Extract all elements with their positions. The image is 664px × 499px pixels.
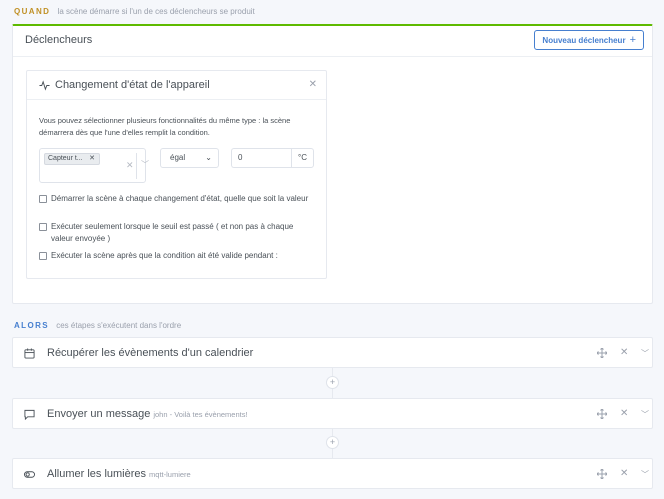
unit-addon: °C	[291, 148, 314, 168]
triggers-title: Déclencheurs	[25, 34, 93, 46]
plus-icon: +	[629, 33, 636, 46]
trigger-device-state-box: Changement d'état de l'appareil ✕ Vous p…	[26, 70, 327, 279]
alors-header: ALORS ces étapes s'exécutent dans l'ordr…	[14, 321, 181, 330]
operator-select[interactable]: égal ⌄	[160, 148, 219, 168]
step-send-message-subtitle: john - Voilà tes évènements!	[153, 410, 248, 419]
move-icon[interactable]	[597, 409, 607, 419]
move-icon[interactable]	[597, 348, 607, 358]
checkbox-threshold-only[interactable]	[39, 223, 47, 231]
option-every-change[interactable]: Démarrer la scène à chaque changement d'…	[39, 193, 314, 205]
clear-icon[interactable]: ✕	[126, 160, 134, 171]
close-icon[interactable]: ✕	[620, 468, 628, 479]
close-icon[interactable]: ✕	[309, 79, 317, 90]
checkbox-valid-duration[interactable]	[39, 252, 47, 260]
chevron-down-icon[interactable]: ﹀	[641, 469, 649, 480]
step-calendar[interactable]: Récupérer les évènements d'un calendrier…	[12, 337, 653, 368]
trigger-description: Vous pouvez sélectionner plusieurs fonct…	[39, 116, 291, 137]
option-threshold-only[interactable]: Exécuter seulement lorsque le seuil est …	[39, 221, 314, 245]
selected-feature-tag[interactable]: Capteur t... ✕	[44, 153, 100, 165]
operator-value: égal	[170, 153, 186, 162]
alors-keyword: ALORS	[14, 321, 49, 330]
activity-icon	[39, 80, 50, 91]
step-send-message[interactable]: Envoyer un message john - Voilà tes évène…	[12, 398, 653, 429]
step-calendar-title: Récupérer les évènements d'un calendrier	[47, 347, 253, 359]
option-valid-duration[interactable]: Exécuter la scène après que la condition…	[39, 250, 314, 262]
step-turn-on-lights[interactable]: Allumer les lumières mqtt-lumiere ✕ ﹀	[12, 458, 653, 489]
checkbox-every-change[interactable]	[39, 195, 47, 203]
step-calendar-label: Récupérer les évènements d'un calendrier	[47, 347, 254, 359]
quand-keyword: QUAND	[14, 7, 51, 16]
message-icon	[24, 409, 35, 420]
alors-description: ces étapes s'exécutent dans l'ordre	[56, 321, 182, 330]
trigger-title: Changement d'état de l'appareil	[55, 79, 210, 91]
trigger-box-header: Changement d'état de l'appareil ✕	[27, 71, 326, 100]
add-step-button[interactable]: +	[326, 376, 339, 389]
triggers-card: Déclencheurs Nouveau déclencheur + Chang…	[12, 24, 653, 304]
threshold-value: 0	[238, 153, 243, 162]
option-every-change-label: Démarrer la scène à chaque changement d'…	[51, 194, 309, 203]
close-icon[interactable]: ✕	[620, 408, 628, 419]
unit-label: °C	[298, 153, 307, 162]
move-icon[interactable]	[597, 469, 607, 479]
step-turn-on-lights-label: Allumer les lumières	[47, 468, 147, 480]
close-icon[interactable]: ✕	[620, 347, 628, 358]
chevron-down-icon[interactable]: ﹀	[141, 159, 149, 170]
multiselect-separator	[136, 153, 137, 179]
chevron-down-icon: ⌄	[205, 153, 212, 162]
remove-tag-icon[interactable]: ✕	[89, 154, 95, 164]
feature-multiselect[interactable]: Capteur t... ✕ ✕ ﹀	[39, 148, 149, 183]
new-trigger-button[interactable]: Nouveau déclencheur +	[534, 30, 644, 50]
quand-description: la scène démarre si l'un de ces déclench…	[57, 7, 255, 16]
toggle-icon	[24, 471, 35, 478]
step-turn-on-lights-title: Allumer les lumières mqtt-lumiere	[47, 468, 191, 480]
threshold-input[interactable]: 0	[231, 148, 291, 168]
new-trigger-label: Nouveau déclencheur	[542, 35, 626, 45]
step-send-message-label: Envoyer un message	[47, 408, 151, 420]
triggers-card-header: Déclencheurs Nouveau déclencheur +	[13, 26, 652, 57]
quand-header: QUAND la scène démarre si l'un de ces dé…	[14, 7, 255, 16]
option-valid-duration-label: Exécuter la scène après que la condition…	[51, 251, 278, 260]
chevron-down-icon[interactable]: ﹀	[641, 348, 649, 359]
step-turn-on-lights-subtitle: mqtt-lumiere	[149, 470, 191, 479]
step-send-message-title: Envoyer un message john - Voilà tes évène…	[47, 408, 248, 420]
add-step-button[interactable]: +	[326, 436, 339, 449]
selected-feature-label: Capteur t...	[48, 155, 83, 162]
calendar-icon	[24, 348, 35, 359]
option-threshold-only-label: Exécuter seulement lorsque le seuil est …	[51, 222, 294, 243]
chevron-down-icon[interactable]: ﹀	[641, 409, 649, 420]
